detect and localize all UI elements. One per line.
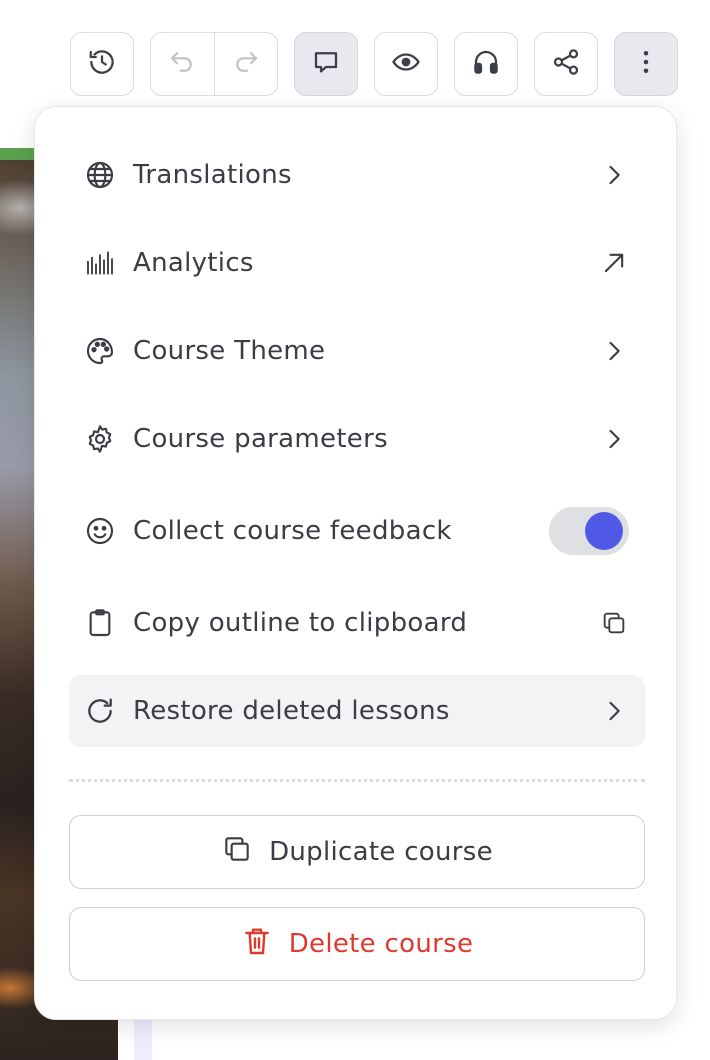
delete-course-button[interactable]: Delete course	[69, 907, 645, 981]
more-vertical-icon	[631, 47, 661, 81]
feedback-toggle[interactable]	[549, 507, 629, 555]
restore-icon	[83, 694, 117, 728]
undo-redo-group	[150, 32, 278, 96]
menu-item-restore-lessons[interactable]: Restore deleted lessons	[69, 675, 645, 747]
smiley-icon	[83, 514, 117, 548]
globe-icon	[83, 158, 117, 192]
arrow-up-right-icon	[599, 248, 629, 278]
preview-button[interactable]	[374, 32, 438, 96]
more-options-menu: Translations Analytics Course Theme Cour…	[34, 106, 677, 1020]
palette-icon	[83, 334, 117, 368]
redo-button[interactable]	[213, 33, 278, 95]
duplicate-icon	[221, 833, 253, 872]
undo-button[interactable]	[151, 33, 214, 95]
chevron-right-icon	[599, 160, 629, 190]
menu-item-label: Translations	[133, 160, 292, 190]
chevron-right-icon	[599, 696, 629, 726]
analytics-icon	[83, 246, 117, 280]
chevron-right-icon	[599, 424, 629, 454]
history-button[interactable]	[70, 32, 134, 96]
eye-icon	[391, 47, 421, 81]
audio-button[interactable]	[454, 32, 518, 96]
menu-item-course-theme[interactable]: Course Theme	[69, 315, 645, 387]
headphones-icon	[471, 47, 501, 81]
chevron-right-icon	[599, 336, 629, 366]
toggle-knob	[585, 512, 623, 550]
progress-accent-strip	[0, 148, 34, 160]
menu-item-label: Copy outline to clipboard	[133, 608, 468, 638]
menu-item-course-parameters[interactable]: Course parameters	[69, 403, 645, 475]
delete-course-label: Delete course	[288, 929, 474, 959]
comments-button[interactable]	[294, 32, 358, 96]
menu-divider	[69, 779, 645, 782]
clipboard-icon	[83, 606, 117, 640]
menu-item-label: Collect course feedback	[133, 516, 452, 546]
menu-item-copy-outline[interactable]: Copy outline to clipboard	[69, 587, 645, 659]
menu-item-label: Course parameters	[133, 424, 388, 454]
share-icon	[551, 47, 581, 81]
menu-item-label: Restore deleted lessons	[133, 696, 450, 726]
duplicate-course-label: Duplicate course	[269, 837, 493, 867]
undo-icon	[167, 47, 197, 81]
gear-icon	[83, 422, 117, 456]
share-button[interactable]	[534, 32, 598, 96]
menu-item-label: Course Theme	[133, 336, 326, 366]
menu-item-label: Analytics	[133, 248, 254, 278]
more-options-button[interactable]	[614, 32, 678, 96]
comment-icon	[311, 47, 341, 81]
menu-item-translations[interactable]: Translations	[69, 139, 645, 211]
trash-icon	[241, 925, 273, 964]
menu-item-analytics[interactable]: Analytics	[69, 227, 645, 299]
menu-item-collect-feedback: Collect course feedback	[69, 495, 645, 567]
redo-icon	[231, 47, 261, 81]
duplicate-course-button[interactable]: Duplicate course	[69, 815, 645, 889]
history-icon	[87, 47, 117, 81]
copy-icon	[599, 608, 629, 638]
